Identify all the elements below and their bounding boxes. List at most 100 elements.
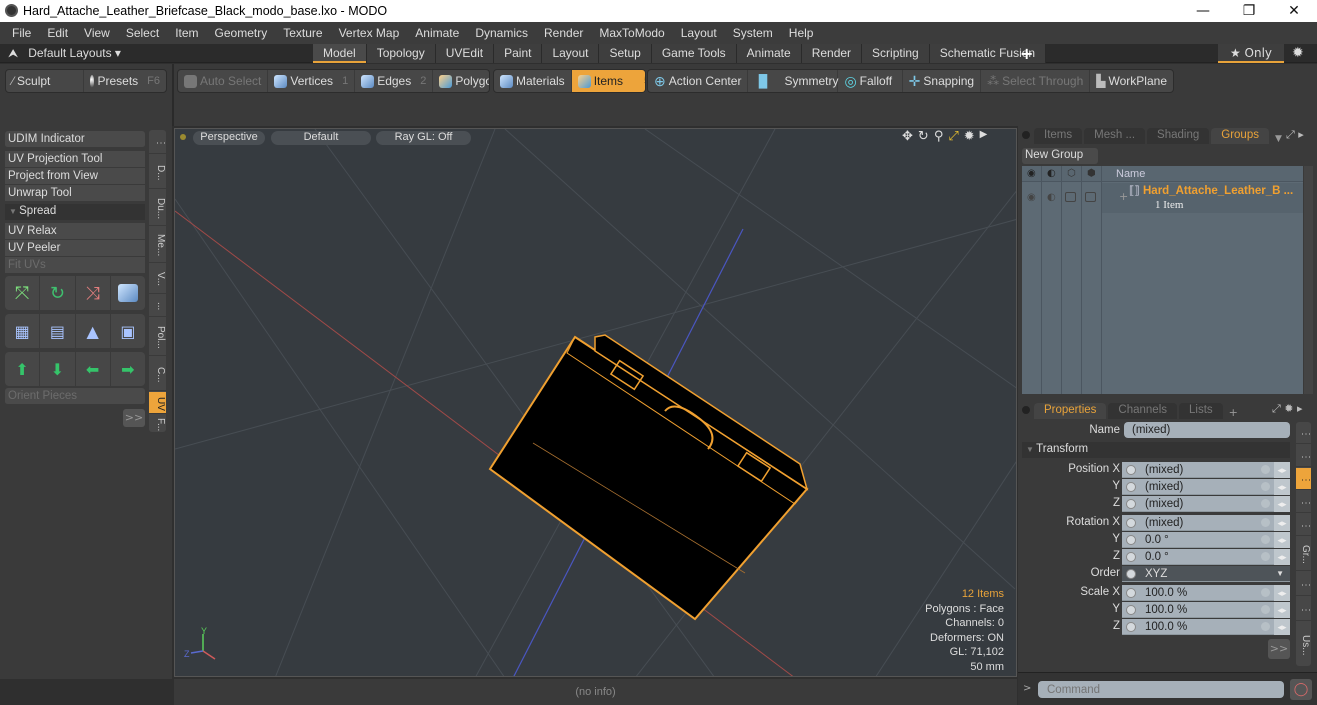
viewport-scene[interactable]: Y Z xyxy=(175,129,1017,677)
animate-channel-icon[interactable] xyxy=(1126,499,1136,509)
vtab-c[interactable]: C... xyxy=(149,357,166,391)
menu-vertex-map[interactable]: Vertex Map xyxy=(331,26,408,40)
uv-scale-tool[interactable]: ⤨ xyxy=(76,276,111,310)
workplane-button[interactable]: ▙ WorkPlane xyxy=(1090,70,1173,92)
transform-value-field[interactable]: 100.0 % ◂▸ xyxy=(1122,619,1290,635)
udim-indicator-button[interactable]: UDIM Indicator xyxy=(5,131,145,148)
vtab-more[interactable]: ... xyxy=(149,295,166,317)
raygl-toggle[interactable]: Ray GL: Off xyxy=(376,131,471,145)
menu-file[interactable]: File xyxy=(4,26,39,40)
animate-channel-icon[interactable] xyxy=(1126,535,1136,545)
menu-view[interactable]: View xyxy=(76,26,118,40)
default-layouts-dropdown[interactable]: ⮝ Default Layouts ▾ xyxy=(8,46,121,61)
lock-channel-icon[interactable] xyxy=(1261,622,1270,631)
items-button[interactable]: Items 5 xyxy=(571,70,645,92)
drag-value-icon[interactable]: ◂▸ xyxy=(1274,479,1290,495)
uv-cylinder-tool[interactable]: ▦ xyxy=(5,314,41,348)
drag-value-icon[interactable]: ◂▸ xyxy=(1274,515,1290,531)
align-right-button[interactable]: ➡ xyxy=(111,352,145,386)
tab-game-tools[interactable]: Game Tools xyxy=(651,44,737,63)
tab-topology[interactable]: Topology xyxy=(366,44,436,63)
add-tab-button[interactable]: + xyxy=(1225,406,1242,419)
transform-section[interactable]: ▼ Transform xyxy=(1022,442,1290,458)
menu-render[interactable]: Render xyxy=(536,26,591,40)
uv-perspective-tool[interactable]: ▲ xyxy=(76,314,111,348)
tab-paint[interactable]: Paint xyxy=(494,44,543,63)
vtab-uv[interactable]: UV xyxy=(149,392,166,414)
groups-scrollbar[interactable] xyxy=(1304,166,1313,394)
snapping-button[interactable]: ✛ Snapping xyxy=(903,70,982,92)
action-center-button[interactable]: ⊕ Action Center xyxy=(648,70,749,92)
animate-channel-icon[interactable] xyxy=(1126,605,1136,615)
spread-section[interactable]: ▼ Spread xyxy=(5,204,145,220)
3d-viewport[interactable]: Y Z Perspective Default Ray GL: Off ✥ ↻ … xyxy=(174,128,1017,677)
transform-value-field[interactable]: (mixed) ◂▸ xyxy=(1122,479,1290,495)
lock-channel-icon[interactable] xyxy=(1261,535,1270,544)
restore-button[interactable]: ❐ xyxy=(1226,0,1272,22)
drag-value-icon[interactable]: ◂▸ xyxy=(1274,585,1290,601)
transform-value-field[interactable]: 100.0 % ◂▸ xyxy=(1122,602,1290,618)
uv-peeler-button[interactable]: UV Peeler xyxy=(5,240,145,257)
rvtab-6[interactable]: ⋮ xyxy=(1296,572,1311,596)
rvtab-2[interactable]: ⋮ xyxy=(1296,445,1311,467)
symmetry-button[interactable]: ▐▌ Symmetry xyxy=(748,70,838,92)
menu-layout[interactable]: Layout xyxy=(673,26,725,40)
render-icon[interactable]: ◐ xyxy=(1047,168,1056,179)
unwrap-tool-button[interactable]: Unwrap Tool xyxy=(5,185,145,202)
tab-layout[interactable]: Layout xyxy=(542,44,600,63)
menu-help[interactable]: Help xyxy=(781,26,822,40)
tab-animate[interactable]: Animate xyxy=(736,44,802,63)
uv-flip-tool[interactable] xyxy=(111,276,145,310)
lock-channel-icon[interactable] xyxy=(1261,465,1270,474)
maximize-icon[interactable]: ⤢ xyxy=(948,129,958,144)
row-select-checkbox[interactable] xyxy=(1085,192,1096,202)
drag-value-icon[interactable]: ◂▸ xyxy=(1274,532,1290,548)
rvtab-5[interactable]: ⋮ xyxy=(1296,514,1311,536)
vertices-button[interactable]: Vertices 1 xyxy=(268,70,356,92)
row-lock-checkbox[interactable] xyxy=(1065,192,1076,202)
close-button[interactable]: ✕ xyxy=(1271,0,1317,22)
align-down-button[interactable]: ⬇ xyxy=(40,352,76,386)
align-left-button[interactable]: ⬅ xyxy=(76,352,111,386)
uv-rotate-tool[interactable]: ↻ xyxy=(40,276,76,310)
menu-item[interactable]: Item xyxy=(167,26,206,40)
vtab-du[interactable]: Du... xyxy=(149,190,166,226)
vtab-d[interactable]: D... xyxy=(149,155,166,189)
vtab-me[interactable]: Me... xyxy=(149,227,166,263)
tab-model[interactable]: Model xyxy=(313,44,367,63)
fit-uvs-button[interactable]: Fit UVs xyxy=(5,257,145,274)
drag-value-icon[interactable]: ◂▸ xyxy=(1274,462,1290,478)
expand-panel-button[interactable]: >> xyxy=(123,409,145,427)
select-icon[interactable]: ⬢ xyxy=(1087,168,1096,179)
menu-select[interactable]: Select xyxy=(118,26,167,40)
animate-channel-icon[interactable] xyxy=(1126,552,1136,562)
expand-plus-icon[interactable]: + xyxy=(1119,190,1128,203)
tab-shading[interactable]: Shading xyxy=(1147,128,1210,144)
menu-texture[interactable]: Texture xyxy=(275,26,330,40)
command-input[interactable] xyxy=(1038,681,1284,698)
properties-panel-controls[interactable]: ⤢ ✹ ▸ xyxy=(1272,402,1303,416)
animate-channel-icon[interactable] xyxy=(1126,465,1136,475)
transform-value-field[interactable]: (mixed) ◂▸ xyxy=(1122,496,1290,512)
menu-animate[interactable]: Animate xyxy=(407,26,467,40)
materials-button[interactable]: Materials xyxy=(494,70,572,92)
gear-icon[interactable]: ✹ xyxy=(1292,45,1304,61)
tab-setup[interactable]: Setup xyxy=(599,44,652,63)
vtab-options[interactable]: ⋮ xyxy=(149,130,166,154)
viewport-menu-arrow-icon[interactable]: ▶ xyxy=(980,129,988,144)
tab-groups[interactable]: Groups xyxy=(1211,128,1269,144)
rvtab-us[interactable]: Us... xyxy=(1296,622,1311,666)
menu-maxtomodo[interactable]: MaxToModo xyxy=(591,26,672,40)
tab-items[interactable]: Items xyxy=(1034,128,1083,144)
lock-channel-icon[interactable] xyxy=(1261,552,1270,561)
vtab-f[interactable]: F... xyxy=(149,415,166,432)
polygons-button[interactable]: Polygons xyxy=(433,70,489,92)
row-visibility-icon[interactable]: ◉ xyxy=(1027,192,1036,203)
uv-projection-tool-button[interactable]: UV Projection Tool xyxy=(5,151,145,168)
tab-uvedit[interactable]: UVEdit xyxy=(435,44,495,63)
eye-icon[interactable]: ◉ xyxy=(1027,168,1036,179)
project-from-view-button[interactable]: Project from View xyxy=(5,168,145,185)
menu-edit[interactable]: Edit xyxy=(39,26,76,40)
pan-icon[interactable]: ✥ xyxy=(902,129,913,144)
tab-render[interactable]: Render xyxy=(801,44,863,63)
